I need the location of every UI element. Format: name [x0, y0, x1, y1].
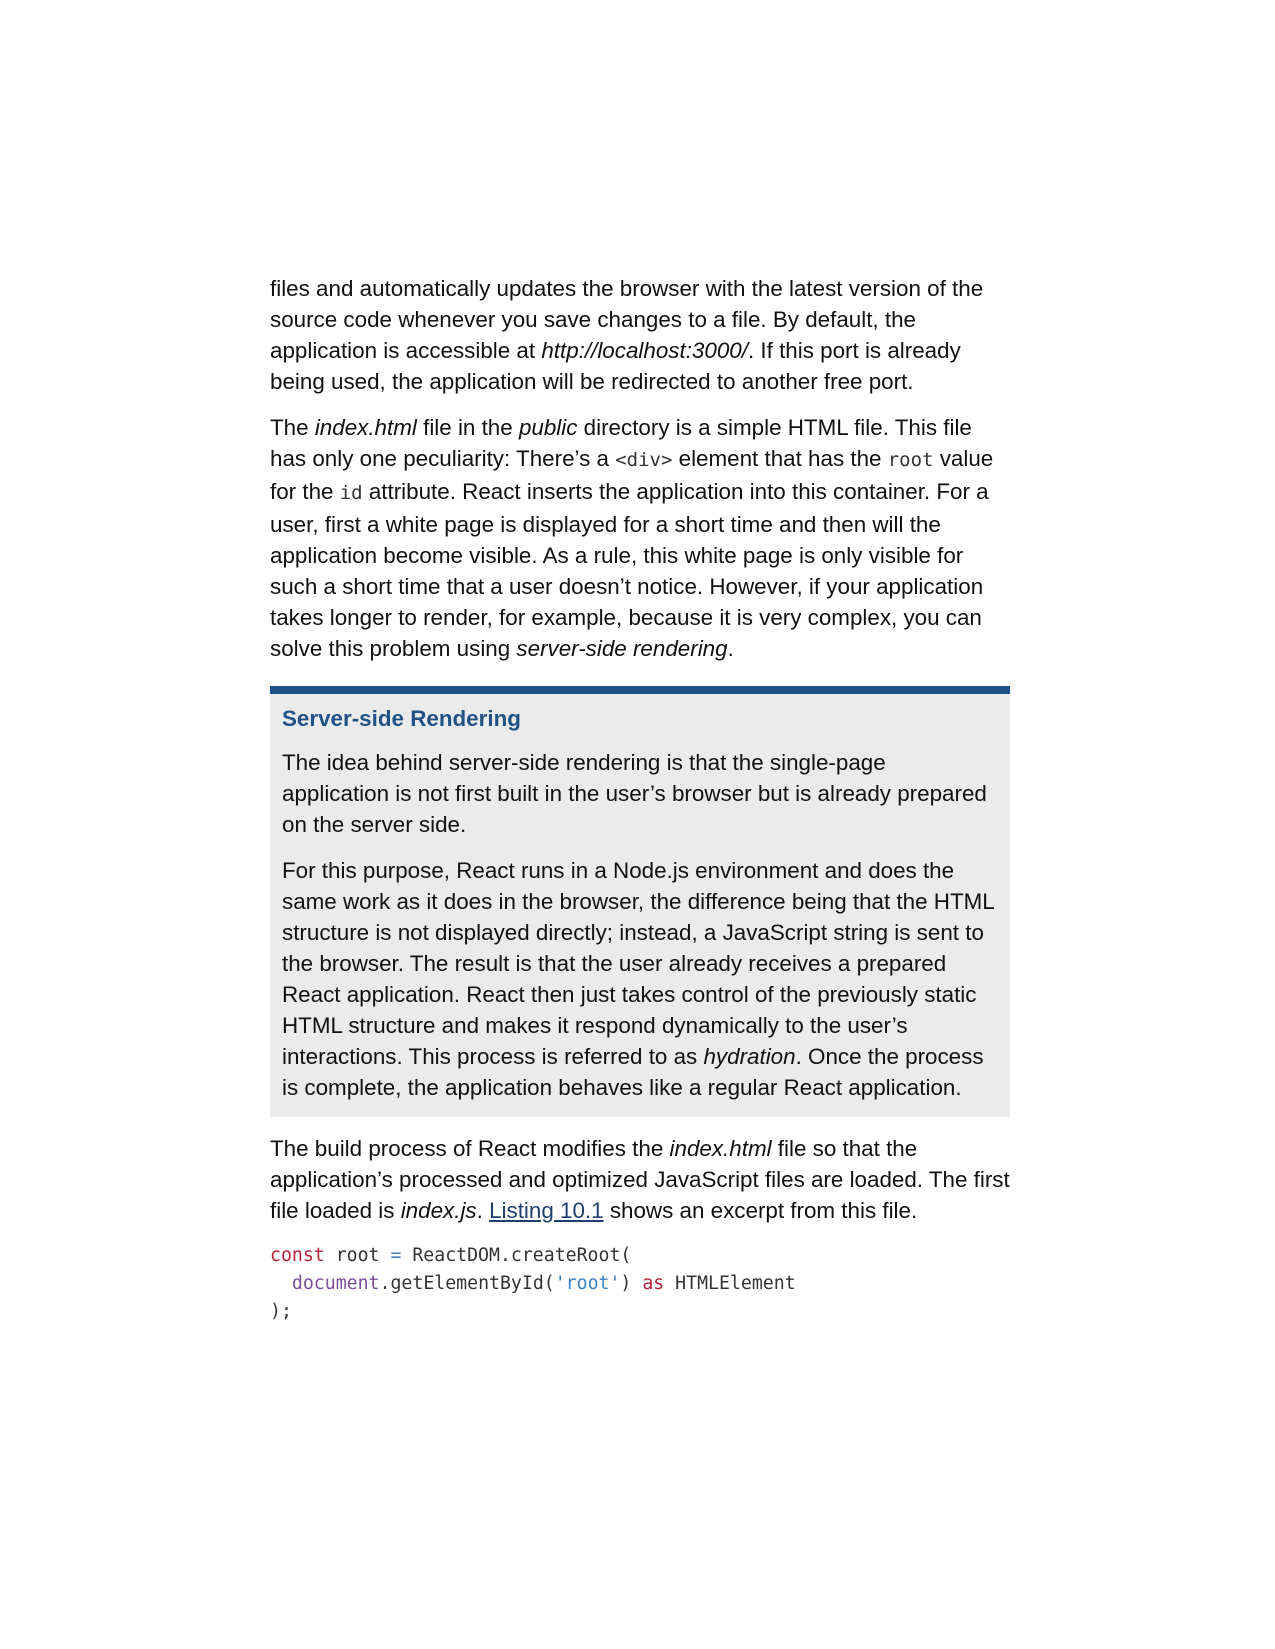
code-text: HTMLElement [664, 1273, 796, 1294]
code-text: .getElementById( [379, 1273, 555, 1294]
filename: index.html [314, 415, 417, 440]
info-box-title: Server-side Rendering [282, 706, 521, 731]
info-box-server-side-rendering: Server-side Rendering The idea behind se… [270, 686, 1010, 1117]
paragraph-build-process: The build process of React modifies the … [270, 1133, 1010, 1226]
text: . [476, 1198, 490, 1223]
directory-name: public [518, 415, 578, 440]
localhost-url: http://localhost:3000/ [541, 338, 748, 363]
text: The [270, 415, 315, 440]
filename: index.js [400, 1198, 477, 1223]
text: The build process of React modifies the [270, 1136, 670, 1161]
code-text: ) [620, 1273, 643, 1294]
text: . [727, 636, 734, 661]
text: file in the [416, 415, 519, 440]
listing-link[interactable]: Listing 10.1 [489, 1198, 604, 1223]
code-listing: const root = ReactDOM.createRoot( docume… [270, 1242, 1010, 1326]
code-keyword: const [270, 1245, 325, 1266]
term-hydration: hydration [703, 1044, 796, 1069]
code-text: root [324, 1245, 391, 1266]
term-server-side-rendering: server-side rendering [516, 636, 728, 661]
info-box-paragraph: The idea behind server-side rendering is… [282, 750, 987, 837]
code-string: 'root' [554, 1273, 621, 1294]
text: element that has the [672, 446, 888, 471]
code-text: ); [270, 1301, 292, 1322]
code-object: document [291, 1273, 380, 1294]
code-operator: = [390, 1245, 402, 1266]
inline-code-root: root [887, 449, 934, 471]
book-page: files and automatically updates the brow… [270, 273, 1010, 1326]
inline-code-div: <div> [615, 449, 673, 471]
info-box-paragraph: For this purpose, React runs in a Node.j… [282, 855, 998, 1103]
inline-code-id: id [339, 482, 363, 504]
paragraph-index-html: The index.html file in the public direct… [270, 412, 1010, 664]
code-keyword: as [642, 1273, 665, 1294]
code-text: ReactDOM.createRoot( [401, 1245, 632, 1266]
text: shows an excerpt from this file. [603, 1198, 918, 1223]
text: For this purpose, React runs in a Node.j… [282, 858, 994, 1069]
text: attribute. React inserts the application… [270, 479, 989, 661]
paragraph-dev-server: files and automatically updates the brow… [270, 273, 1010, 397]
filename: index.html [669, 1136, 772, 1161]
